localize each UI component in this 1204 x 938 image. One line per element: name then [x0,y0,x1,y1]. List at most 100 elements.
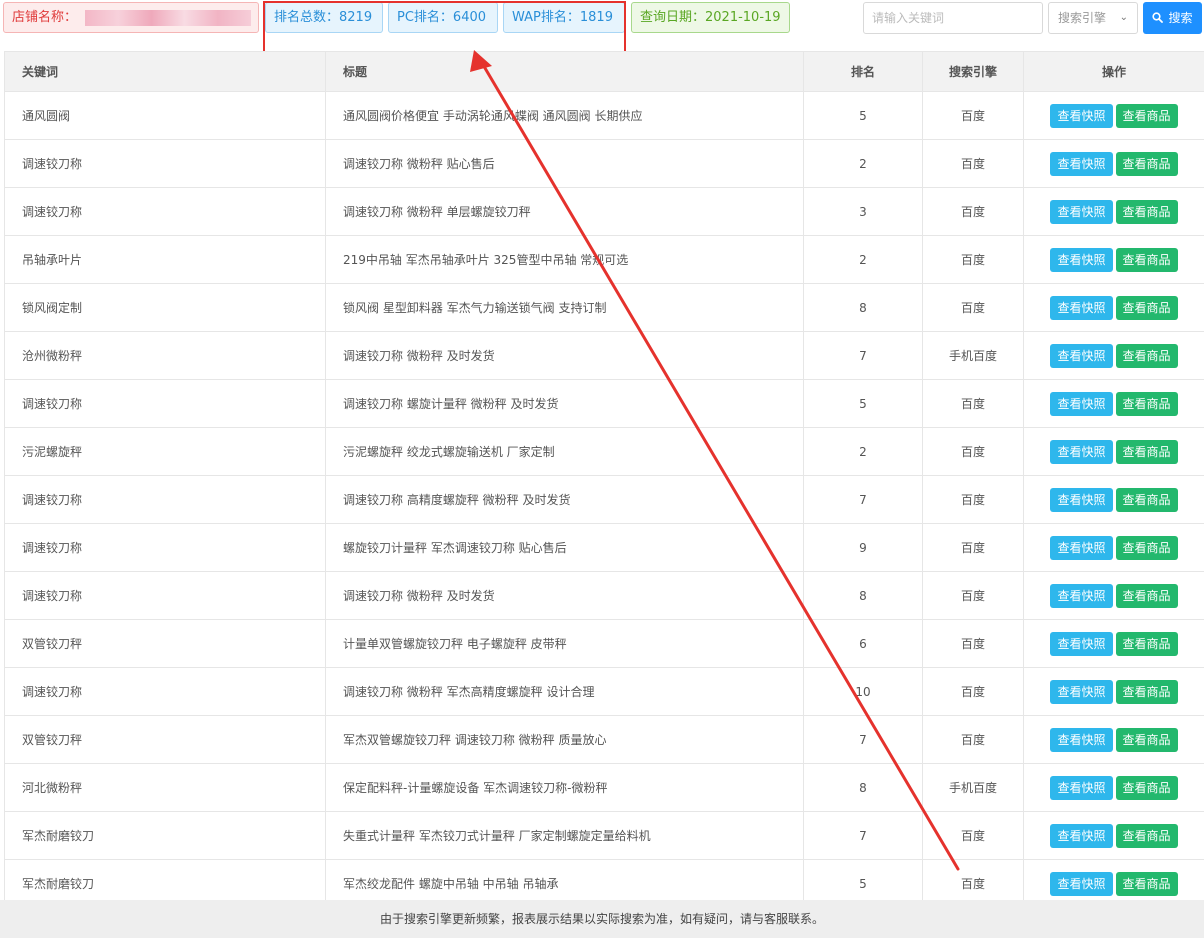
cell-rank: 6 [803,619,923,668]
header-engine: 搜索引擎 [922,51,1024,92]
footer-notice: 由于搜索引擎更新频繁，报表展示结果以实际搜索为准，如有疑问，请与客服联系。 [0,900,1204,938]
view-snapshot-button[interactable]: 查看快照 [1050,151,1113,176]
cell-ops: 查看快照 查看商品 [1023,139,1204,188]
view-goods-button[interactable]: 查看商品 [1115,823,1178,848]
cell-rank: 2 [803,139,923,188]
view-snapshot-button[interactable]: 查看快照 [1050,535,1113,560]
view-goods-button[interactable]: 查看商品 [1115,295,1178,320]
cell-ops: 查看快照 查看商品 [1023,187,1204,236]
view-goods-button[interactable]: 查看商品 [1115,871,1178,896]
cell-rank: 8 [803,571,923,620]
header-title: 标题 [325,51,804,92]
cell-keyword: 沧州微粉秤 [4,331,326,380]
cell-keyword: 调速铰刀称 [4,523,326,572]
view-snapshot-button[interactable]: 查看快照 [1050,871,1113,896]
cell-ops: 查看快照 查看商品 [1023,331,1204,380]
table-header-row: 关键词 标题 排名 搜索引擎 操作 [4,51,1204,92]
cell-title: 通风圆阀价格便宜 手动涡轮通风蝶阀 通风圆阀 长期供应 [325,91,804,140]
cell-ops: 查看快照 查看商品 [1023,427,1204,476]
view-goods-button[interactable]: 查看商品 [1115,775,1178,800]
cell-ops: 查看快照 查看商品 [1023,91,1204,140]
view-goods-button[interactable]: 查看商品 [1115,391,1178,416]
view-snapshot-button[interactable]: 查看快照 [1050,775,1113,800]
cell-rank: 7 [803,475,923,524]
cell-keyword: 军杰耐磨铰刀 [4,811,326,860]
table-row: 通风圆阀 通风圆阀价格便宜 手动涡轮通风蝶阀 通风圆阀 长期供应 5 百度 查看快照 查看… [4,91,1204,140]
cell-title: 污泥螺旋秤 绞龙式螺旋输送机 厂家定制 [325,427,804,476]
cell-engine: 百度 [922,91,1024,140]
view-goods-button[interactable]: 查看商品 [1115,631,1178,656]
view-goods-button[interactable]: 查看商品 [1115,343,1178,368]
cell-ops: 查看快照 查看商品 [1023,811,1204,860]
table-body: 通风圆阀 通风圆阀价格便宜 手动涡轮通风蝶阀 通风圆阀 长期供应 5 百度 查看快照 查看… [4,91,1204,908]
cell-keyword: 调速铰刀称 [4,475,326,524]
query-date-tag: 查询日期：2021-10-19 [631,2,790,33]
view-snapshot-button[interactable]: 查看快照 [1050,631,1113,656]
cell-title: 219中吊轴 军杰吊轴承叶片 325管型中吊轴 常规可选 [325,235,804,284]
view-snapshot-button[interactable]: 查看快照 [1050,487,1113,512]
cell-rank: 8 [803,763,923,812]
cell-rank: 10 [803,667,923,716]
cell-ops: 查看快照 查看商品 [1023,667,1204,716]
view-snapshot-button[interactable]: 查看快照 [1050,823,1113,848]
cell-keyword: 调速铰刀称 [4,187,326,236]
view-goods-button[interactable]: 查看商品 [1115,199,1178,224]
view-snapshot-button[interactable]: 查看快照 [1050,583,1113,608]
cell-engine: 手机百度 [922,331,1024,380]
view-snapshot-button[interactable]: 查看快照 [1050,679,1113,704]
cell-title: 螺旋铰刀计量秤 军杰调速铰刀称 贴心售后 [325,523,804,572]
cell-title: 调速铰刀称 微粉秤 及时发货 [325,571,804,620]
cell-ops: 查看快照 查看商品 [1023,379,1204,428]
search-button[interactable]: 搜索 [1143,2,1202,34]
keyword-search-input[interactable] [863,2,1043,34]
cell-keyword: 河北微粉秤 [4,763,326,812]
view-snapshot-button[interactable]: 查看快照 [1050,391,1113,416]
view-snapshot-button[interactable]: 查看快照 [1050,343,1113,368]
view-goods-button[interactable]: 查看商品 [1115,487,1178,512]
header-ops: 操作 [1023,51,1204,92]
cell-engine: 百度 [922,283,1024,332]
cell-engine: 百度 [922,475,1024,524]
cell-engine: 百度 [922,715,1024,764]
cell-engine: 百度 [922,619,1024,668]
cell-keyword: 污泥螺旋秤 [4,427,326,476]
cell-ops: 查看快照 查看商品 [1023,475,1204,524]
cell-keyword: 调速铰刀称 [4,139,326,188]
view-goods-button[interactable]: 查看商品 [1115,439,1178,464]
cell-rank: 8 [803,283,923,332]
cell-rank: 5 [803,91,923,140]
view-snapshot-button[interactable]: 查看快照 [1050,103,1113,128]
cell-ops: 查看快照 查看商品 [1023,283,1204,332]
table-row: 调速铰刀称 调速铰刀称 高精度螺旋秤 微粉秤 及时发货 7 百度 查看快照 查看商品 [4,475,1204,524]
view-goods-button[interactable]: 查看商品 [1115,103,1178,128]
view-snapshot-button[interactable]: 查看快照 [1050,727,1113,752]
view-goods-button[interactable]: 查看商品 [1115,151,1178,176]
table-row: 调速铰刀称 调速铰刀称 微粉秤 军杰高精度螺旋秤 设计合理 10 百度 查看快照 查看商品 [4,667,1204,716]
cell-ops: 查看快照 查看商品 [1023,763,1204,812]
table-row: 调速铰刀称 调速铰刀称 微粉秤 及时发货 8 百度 查看快照 查看商品 [4,571,1204,620]
table-row: 沧州微粉秤 调速铰刀称 微粉秤 及时发货 7 手机百度 查看快照 查看商品 [4,331,1204,380]
view-goods-button[interactable]: 查看商品 [1115,535,1178,560]
cell-rank: 3 [803,187,923,236]
cell-engine: 百度 [922,571,1024,620]
view-goods-button[interactable]: 查看商品 [1115,583,1178,608]
shop-name-tag: 店铺名称： [3,2,259,33]
view-snapshot-button[interactable]: 查看快照 [1050,247,1113,272]
cell-title: 调速铰刀称 高精度螺旋秤 微粉秤 及时发货 [325,475,804,524]
cell-engine: 百度 [922,139,1024,188]
table-row: 调速铰刀称 调速铰刀称 螺旋计量秤 微粉秤 及时发货 5 百度 查看快照 查看商品 [4,379,1204,428]
view-goods-button[interactable]: 查看商品 [1115,679,1178,704]
engine-select[interactable]: 搜索引擎 ⌄ [1048,2,1138,34]
cell-keyword: 调速铰刀称 [4,667,326,716]
cell-rank: 7 [803,331,923,380]
view-snapshot-button[interactable]: 查看快照 [1050,439,1113,464]
chevron-down-icon: ⌄ [1119,12,1128,23]
view-goods-button[interactable]: 查看商品 [1115,247,1178,272]
view-snapshot-button[interactable]: 查看快照 [1050,199,1113,224]
cell-ops: 查看快照 查看商品 [1023,235,1204,284]
cell-engine: 手机百度 [922,763,1024,812]
view-snapshot-button[interactable]: 查看快照 [1050,295,1113,320]
cell-ops: 查看快照 查看商品 [1023,523,1204,572]
view-goods-button[interactable]: 查看商品 [1115,727,1178,752]
table-row: 调速铰刀称 调速铰刀称 微粉秤 贴心售后 2 百度 查看快照 查看商品 [4,139,1204,188]
